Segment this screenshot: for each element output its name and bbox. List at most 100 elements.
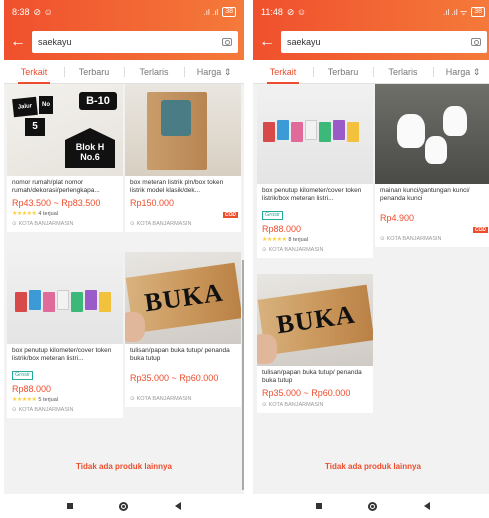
product-name: box penutup kilometer/cover token listri… — [12, 347, 112, 362]
plate-shape: Jalur — [12, 96, 38, 118]
location-row: ⊙ KOTA BANJARMASIN — [125, 384, 241, 407]
battery-icon: 38 — [471, 7, 485, 17]
location-pin-icon: ⊙ — [380, 236, 385, 242]
tooth-shape — [425, 136, 447, 164]
product-grid: box penutup kilometer/cover token listri… — [253, 84, 489, 444]
header-bar: 8:38 ⊘ ☺ .ıl .ıl 38 ← saekayu — [4, 0, 244, 60]
box-shape — [263, 122, 275, 142]
search-query: saekayu — [287, 37, 321, 47]
box-shape — [99, 292, 111, 312]
sold-count: 5 terjual — [38, 397, 58, 403]
sort-icon: ⇕ — [223, 66, 232, 77]
product-name: box penutup kilometer/cover token listri… — [262, 187, 362, 202]
tab-terkait[interactable]: Terkait — [4, 60, 64, 84]
product-card[interactable]: BUKA tulisan/papan buka tutup/ penanda b… — [257, 274, 373, 413]
location-text: KOTA BANJARMASIN — [268, 402, 324, 408]
recents-button-icon[interactable] — [67, 503, 74, 509]
product-card[interactable]: box penutup kilometer/cover token listri… — [7, 252, 123, 418]
notification-icon: ⊘ ☺ — [33, 6, 53, 17]
tooth-shape — [443, 106, 467, 136]
location-pin-icon: ⊙ — [130, 221, 135, 227]
plate-text: Blok H — [75, 142, 105, 153]
product-price: Rp43.500 ~ Rp83.500 — [12, 198, 101, 208]
status-time: 11:48 — [261, 7, 283, 17]
product-card[interactable]: Jalur No 5 B-10 Blok H No.6 nomor rumah/p… — [7, 84, 123, 232]
search-input[interactable]: saekayu — [32, 31, 238, 53]
sort-tabs: Terkait Terbaru Terlaris Harga ⇕ — [4, 60, 244, 84]
plate-shape: B-10 — [79, 92, 117, 110]
end-of-results-text: Tidak ada produk lainnya — [76, 462, 172, 471]
back-button-icon[interactable] — [423, 502, 430, 510]
back-arrow-icon[interactable]: ← — [259, 34, 275, 50]
product-image-buka-sign: BUKA — [125, 252, 241, 344]
plate-shape: No — [39, 96, 53, 114]
grosir-tag: Grosir — [12, 371, 33, 380]
rating-row: ★★★★★ 5 terjual — [7, 395, 123, 404]
sold-count: 4 terjual — [38, 211, 58, 217]
recents-button-icon[interactable] — [316, 503, 323, 509]
wood-window-shape — [161, 100, 191, 136]
location-text: KOTA BANJARMASIN — [386, 236, 442, 242]
plate-house-shape: Blok H No.6 — [65, 128, 115, 168]
product-card[interactable]: box meteran listrik pln/box token listri… — [125, 84, 241, 232]
plate-shape: 5 — [25, 118, 45, 136]
product-price: Rp35.000 ~ Rp60.000 — [262, 388, 351, 398]
box-shape — [43, 292, 55, 312]
product-card[interactable]: mainan kunci/gantungan kunci/ penanda ku… — [375, 84, 489, 247]
location-text: KOTA BANJARMASIN — [268, 247, 324, 253]
box-shape — [71, 292, 83, 312]
camera-icon[interactable] — [222, 38, 232, 46]
box-shape — [277, 120, 289, 140]
tab-terlaris[interactable]: Terlaris — [373, 60, 433, 84]
tab-harga[interactable]: Harga ⇕ — [184, 60, 244, 84]
tab-terbaru[interactable]: Terbaru — [313, 60, 373, 84]
tab-terlaris[interactable]: Terlaris — [124, 60, 184, 84]
badge-row: COD — [375, 224, 489, 233]
badge-row: COD — [125, 209, 241, 218]
sort-tabs: Terkait Terbaru Terlaris Harga ⇕ — [253, 60, 489, 84]
product-image-colorful-meter-boxes — [257, 84, 373, 184]
location-text: KOTA BANJARMASIN — [18, 221, 74, 227]
left-screenshot: 8:38 ⊘ ☺ .ıl .ıl 38 ← saekayu Terkait Te… — [4, 0, 244, 518]
location-row: ⊙ KOTA BANJARMASIN — [257, 244, 373, 258]
product-name: mainan kunci/gantungan kunci/ penanda ku… — [380, 187, 470, 202]
grosir-tag: Grosir — [262, 211, 283, 220]
tab-harga-label: Harga — [196, 66, 222, 77]
location-pin-icon: ⊙ — [12, 221, 17, 227]
box-shape — [15, 292, 27, 312]
product-price: Rp150.000 — [130, 198, 175, 208]
box-shape — [333, 120, 345, 140]
tab-terbaru[interactable]: Terbaru — [64, 60, 124, 84]
camera-icon[interactable] — [471, 38, 481, 46]
rating-row: ★★★★★ 8 terjual — [257, 235, 373, 244]
back-button-icon[interactable] — [174, 502, 181, 510]
tab-harga-label: Harga — [445, 66, 471, 77]
location-pin-icon: ⊙ — [12, 407, 17, 413]
box-shape — [319, 122, 331, 142]
signal-icon: .ıl .ıl — [203, 7, 219, 17]
location-row: ⊙ KOTA BANJARMASIN — [7, 218, 123, 232]
header-bar: 11:48 ⊘ ☺ .ıl .ıl ᯤ 38 ← saekayu — [253, 0, 489, 60]
tab-harga[interactable]: Harga ⇕ — [433, 60, 489, 84]
hand-shape — [257, 334, 277, 364]
location-pin-icon: ⊙ — [262, 402, 267, 408]
battery-icon: 38 — [222, 7, 236, 17]
back-arrow-icon[interactable]: ← — [10, 34, 26, 50]
system-nav-bar — [4, 494, 244, 518]
location-row: ⊙ KOTA BANJARMASIN — [7, 404, 123, 418]
product-image-colorful-meter-boxes — [7, 252, 123, 344]
plate-text: No.6 — [80, 152, 100, 162]
product-name: tulisan/papan buka tutup/ penanda buka t… — [130, 347, 230, 362]
scrollbar[interactable] — [242, 260, 244, 490]
sold-count: 8 terjual — [288, 237, 308, 243]
product-name: box meteran listrik pln/box token listri… — [130, 179, 224, 194]
status-bar: 11:48 ⊘ ☺ .ıl .ıl ᯤ 38 — [253, 0, 489, 24]
product-name: nomor rumah/plat nomor rumah/dekorasi/pe… — [12, 179, 100, 194]
product-card[interactable]: box penutup kilometer/cover token listri… — [257, 84, 373, 258]
status-time: 8:38 — [12, 7, 30, 17]
tab-terkait[interactable]: Terkait — [253, 60, 313, 84]
home-button-icon[interactable] — [368, 501, 378, 511]
product-card[interactable]: BUKA tulisan/papan buka tutup/ penanda b… — [125, 252, 241, 407]
search-input[interactable]: saekayu — [281, 31, 487, 53]
home-button-icon[interactable] — [119, 501, 129, 511]
